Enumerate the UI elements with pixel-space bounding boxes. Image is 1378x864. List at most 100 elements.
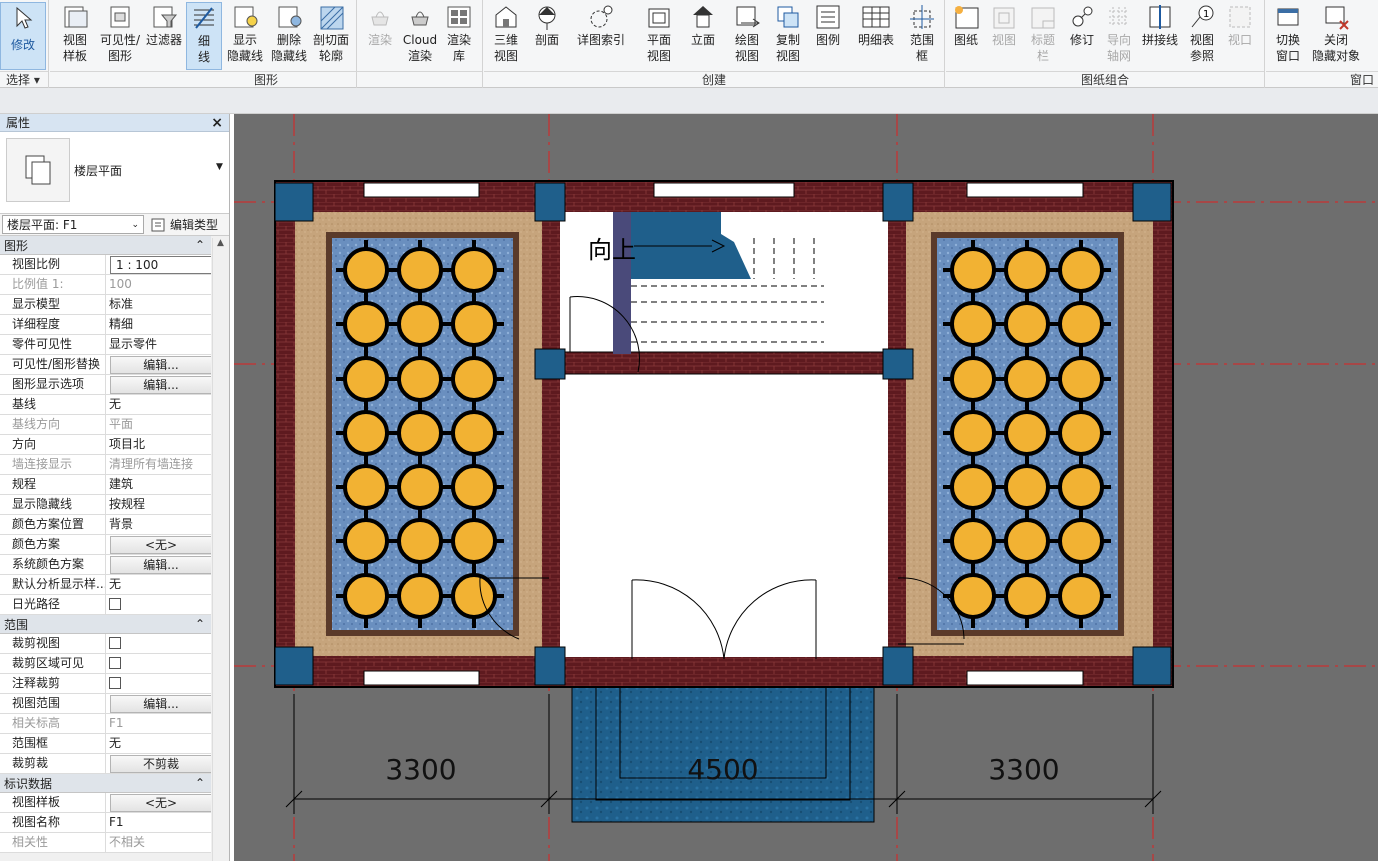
category-header[interactable]: 范围 ⌃ bbox=[0, 615, 211, 634]
title-block-button[interactable]: 标题 栏 bbox=[1024, 2, 1062, 70]
collapse-icon[interactable]: ⌃ bbox=[195, 238, 205, 252]
plan-view-button[interactable]: 平面 视图 bbox=[638, 2, 680, 70]
filter-button[interactable]: 过滤器 bbox=[144, 2, 184, 70]
instance-selector-row: 楼层平面: F1 ⌄ 编辑类型 bbox=[0, 214, 229, 236]
remove-hidden-lines-button[interactable]: 删除 隐藏线 bbox=[268, 2, 310, 70]
property-edit-button[interactable]: 编辑... bbox=[110, 695, 211, 713]
3d-view-button[interactable]: 三维 视图 bbox=[486, 2, 526, 70]
matchline-button[interactable]: 拼接线 bbox=[1140, 2, 1180, 70]
close-hidden-button[interactable]: 关闭 隐藏对象 bbox=[1310, 2, 1362, 70]
property-value[interactable]: 无 bbox=[106, 395, 211, 414]
property-value[interactable]: 背景 bbox=[106, 515, 211, 534]
property-row: 颜色方案位置 背景 bbox=[0, 515, 211, 535]
render-gallery-button[interactable]: 渲染 库 bbox=[442, 2, 476, 70]
property-value[interactable]: 标准 bbox=[106, 295, 211, 314]
property-value[interactable]: 精细 bbox=[106, 315, 211, 334]
legend-button[interactable]: 图例 bbox=[810, 2, 846, 70]
property-row: 默认分析显示样... 无 bbox=[0, 575, 211, 595]
pool-circle bbox=[950, 464, 996, 510]
property-value: 编辑... bbox=[106, 555, 211, 574]
property-value[interactable]: 无 bbox=[106, 734, 211, 753]
dimension-label-right: 3300 bbox=[988, 753, 1059, 786]
property-value[interactable]: 按规程 bbox=[106, 495, 211, 514]
drafting-view-button[interactable]: 绘图 视图 bbox=[728, 2, 766, 70]
property-value: 不剪裁 bbox=[106, 754, 211, 773]
elevation-button[interactable]: 立面 bbox=[684, 2, 722, 70]
callout-button[interactable]: 详图索引 bbox=[572, 2, 630, 70]
pool-circle bbox=[950, 518, 996, 564]
show-hidden-lines-button[interactable]: 显示 隐藏线 bbox=[224, 2, 266, 70]
callout-icon bbox=[586, 2, 616, 32]
sheet-icon bbox=[951, 2, 981, 32]
type-selector-preview[interactable]: 楼层平面 ▼ bbox=[0, 132, 229, 214]
properties-scrollbar[interactable]: ▲ bbox=[212, 238, 228, 861]
pool-circle bbox=[397, 356, 443, 402]
property-input[interactable]: 1 : 100 bbox=[110, 256, 211, 274]
property-checkbox[interactable] bbox=[109, 677, 121, 689]
property-checkbox[interactable] bbox=[109, 637, 121, 649]
render-button[interactable]: 渲染 bbox=[362, 2, 398, 70]
revision-button[interactable]: 修订 bbox=[1064, 2, 1100, 70]
category-header[interactable]: 标识数据 ⌃ bbox=[0, 774, 211, 793]
pool-circle bbox=[451, 301, 497, 347]
property-edit-button[interactable]: <无> bbox=[110, 794, 211, 812]
edit-type-button[interactable]: 编辑类型 bbox=[150, 216, 218, 233]
view-instance-dropdown[interactable]: 楼层平面: F1 ⌄ bbox=[2, 215, 144, 234]
pool-circle bbox=[451, 464, 497, 510]
pool-circle bbox=[950, 301, 996, 347]
property-value: 不相关 bbox=[106, 833, 211, 852]
view-template-button[interactable]: 视图 样板 bbox=[54, 2, 96, 70]
schedule-button[interactable]: 明细表 bbox=[852, 2, 900, 70]
property-edit-button[interactable]: 不剪裁 bbox=[110, 755, 211, 773]
property-checkbox[interactable] bbox=[109, 598, 121, 610]
pool-circle bbox=[1004, 301, 1050, 347]
group-sheet-composition: 图纸组合 bbox=[946, 71, 1264, 87]
floor-plan-drawing[interactable]: 向上 3300 4500 3300 bbox=[234, 114, 1378, 861]
property-checkbox[interactable] bbox=[109, 657, 121, 669]
collapse-icon[interactable]: ⌃ bbox=[195, 617, 205, 631]
chevron-down-icon[interactable]: ▼ bbox=[216, 162, 223, 172]
guide-grid-icon bbox=[1104, 2, 1134, 32]
property-edit-button[interactable]: 编辑... bbox=[110, 356, 211, 374]
property-value[interactable]: F1 bbox=[106, 813, 211, 832]
property-label: 显示隐藏线 bbox=[0, 495, 106, 514]
close-icon[interactable]: × bbox=[211, 115, 223, 131]
category-header[interactable]: 图形 ⌃ bbox=[0, 236, 211, 255]
cloud-render-button[interactable]: Cloud 渲染 bbox=[400, 2, 440, 70]
scroll-up-icon[interactable]: ▲ bbox=[213, 238, 228, 252]
viewport-button[interactable]: 视口 bbox=[1222, 2, 1258, 70]
guide-grid-button[interactable]: 导向 轴网 bbox=[1100, 2, 1138, 70]
property-edit-button[interactable]: <无> bbox=[110, 536, 211, 554]
visibility-graphics-icon bbox=[105, 2, 135, 32]
property-edit-button[interactable]: 编辑... bbox=[110, 556, 211, 574]
view-button[interactable]: 视图 bbox=[986, 2, 1022, 70]
property-label: 基线方向 bbox=[0, 415, 106, 434]
property-value[interactable]: 建筑 bbox=[106, 475, 211, 494]
thin-lines-button[interactable]: 细 线 bbox=[186, 2, 222, 70]
pool-circle bbox=[1004, 356, 1050, 402]
view-reference-button[interactable]: 1 视图 参照 bbox=[1182, 2, 1222, 70]
property-value[interactable]: 无 bbox=[106, 575, 211, 594]
pool-circle bbox=[397, 301, 443, 347]
modify-button[interactable]: 修改 bbox=[0, 2, 46, 70]
switch-windows-button[interactable]: 切换 窗口 bbox=[1268, 2, 1308, 70]
property-value[interactable]: 项目北 bbox=[106, 435, 211, 454]
cut-profile-button[interactable]: 剖切面 轮廓 bbox=[310, 2, 352, 70]
drawing-area[interactable]: 向上 3300 4500 3300 bbox=[234, 114, 1378, 861]
sheet-button[interactable]: 图纸 bbox=[948, 2, 984, 70]
collapse-icon[interactable]: ⌃ bbox=[195, 776, 205, 790]
scope-box-button[interactable]: 范围 框 bbox=[902, 2, 942, 70]
duplicate-view-button[interactable]: 复制 视图 bbox=[768, 2, 808, 70]
property-value: 100 bbox=[106, 275, 211, 294]
pool-circle bbox=[397, 573, 443, 619]
property-value[interactable]: 显示零件 bbox=[106, 335, 211, 354]
property-row: 图形显示选项 编辑... bbox=[0, 375, 211, 395]
visibility-graphics-button[interactable]: 可见性/ 图形 bbox=[98, 2, 142, 70]
property-value: 清理所有墙连接 bbox=[106, 455, 211, 474]
property-label: 颜色方案位置 bbox=[0, 515, 106, 534]
property-edit-button[interactable]: 编辑... bbox=[110, 376, 211, 394]
pool-circle bbox=[950, 356, 996, 402]
group-select[interactable]: 选择 ▾ bbox=[0, 71, 48, 87]
ribbon: 修改 视图 样板 可见性/ 图形 过滤器 细 线 显示 隐藏线 删除 隐藏线 剖… bbox=[0, 0, 1378, 88]
section-button[interactable]: 剖面 bbox=[528, 2, 566, 70]
